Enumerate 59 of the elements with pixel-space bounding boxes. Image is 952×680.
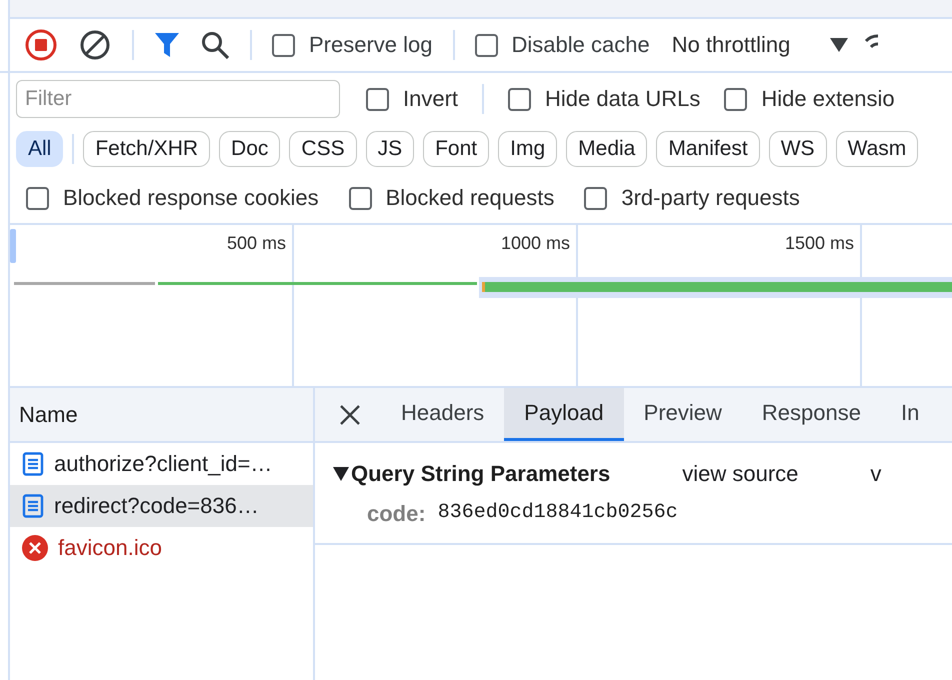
checkbox[interactable]	[366, 88, 389, 110]
detail-tab[interactable]: In	[881, 388, 940, 441]
checkbox-label[interactable]: Invert	[403, 86, 458, 112]
checkbox[interactable]	[348, 186, 372, 210]
filter-field[interactable]: Filter	[16, 80, 340, 118]
detail-tab[interactable]: Payload	[504, 388, 624, 441]
type-filter-chip[interactable]: Img	[498, 131, 558, 167]
time-tick-label: 1000 ms	[500, 233, 571, 254]
time-tick-label: 1500 ms	[784, 233, 855, 254]
checkbox[interactable]	[724, 88, 748, 110]
dropdown-arrow-icon[interactable]	[830, 38, 848, 52]
type-filter-chip[interactable]: Font	[423, 131, 490, 167]
type-filter-chip[interactable]: Wasm	[836, 131, 918, 167]
close-icon[interactable]	[339, 404, 361, 426]
request-name[interactable]: redirect?code=836…	[54, 493, 259, 519]
section-title[interactable]: Query String Parameters	[351, 461, 610, 487]
checkbox-label[interactable]: Hide data URLs	[545, 86, 700, 112]
search-icon[interactable]	[200, 30, 230, 60]
detail-tab[interactable]: Response	[742, 388, 881, 441]
checkbox-label[interactable]: Blocked requests	[386, 185, 554, 211]
checkbox-label[interactable]: Hide extensio	[761, 86, 895, 112]
checkbox-label[interactable]: Blocked response cookies	[63, 185, 319, 211]
record-icon[interactable]	[24, 28, 58, 62]
request-row[interactable]: redirect?code=836…	[10, 485, 313, 527]
type-filter-chip[interactable]: CSS	[289, 131, 357, 167]
detail-tab[interactable]: Headers	[381, 388, 504, 441]
type-filter-chip[interactable]: All	[16, 131, 64, 167]
checkbox[interactable]	[584, 186, 608, 210]
type-filter-chip[interactable]: Fetch/XHR	[83, 131, 210, 167]
checkbox[interactable]	[272, 34, 295, 56]
request-row[interactable]: authorize?client_id=…	[10, 443, 313, 485]
param-key: code:	[367, 501, 426, 527]
checkbox[interactable]	[508, 88, 532, 110]
checkbox-label[interactable]: 3rd-party requests	[621, 185, 800, 211]
document-icon	[22, 452, 44, 476]
type-filter-chip[interactable]: Manifest	[656, 131, 760, 167]
column-header[interactable]: Name	[10, 388, 313, 443]
type-filter-chip[interactable]: JS	[366, 131, 414, 167]
checkbox-label[interactable]: Preserve log	[309, 32, 433, 58]
request-name[interactable]: authorize?client_id=…	[54, 451, 272, 477]
time-tick-label: 500 ms	[226, 233, 287, 254]
clear-icon[interactable]	[78, 28, 112, 62]
request-name[interactable]: favicon.ico	[58, 535, 162, 561]
expand-triangle-icon[interactable]	[333, 467, 349, 481]
checkbox[interactable]	[26, 186, 49, 210]
checkbox[interactable]	[474, 34, 498, 56]
throttling-dropdown[interactable]: No throttling	[672, 32, 790, 58]
filter-icon[interactable]	[154, 31, 180, 59]
param-value: 836ed0cd18841cb0256c	[438, 501, 678, 526]
type-filter-chip[interactable]: Media	[566, 131, 648, 167]
error-icon	[22, 535, 48, 561]
type-filter-chip[interactable]: WS	[768, 131, 827, 167]
view-source-link[interactable]: view source	[682, 461, 798, 487]
document-icon	[22, 494, 44, 518]
request-row[interactable]: favicon.ico	[10, 527, 313, 569]
view-source-link[interactable]: v	[870, 461, 882, 487]
detail-tab[interactable]: Preview	[624, 388, 742, 441]
checkbox-label[interactable]: Disable cache	[512, 32, 650, 58]
type-filter-chip[interactable]: Doc	[219, 131, 280, 167]
